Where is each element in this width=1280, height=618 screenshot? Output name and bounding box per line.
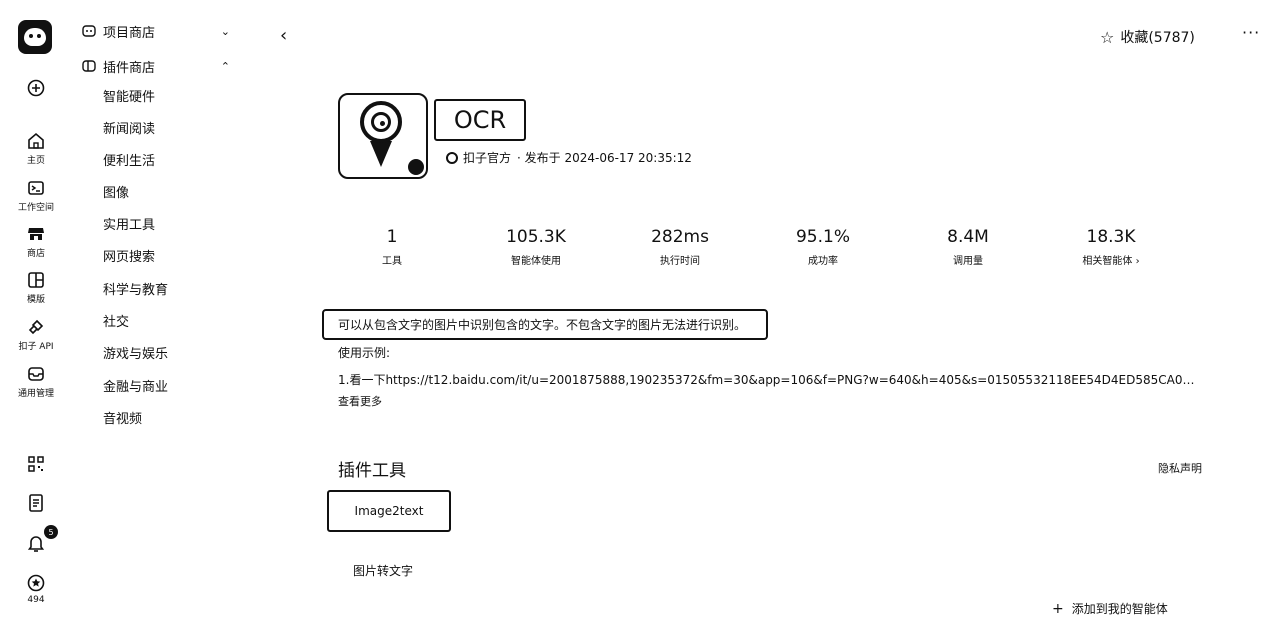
notifications-button[interactable]: 5	[0, 525, 72, 553]
tools-section-title: 插件工具	[338, 461, 406, 481]
bell-icon	[27, 536, 45, 552]
stat-value: 95.1%	[795, 227, 850, 247]
example-text: 1.看一下https://t12.baidu.com/it/u=20018758…	[338, 373, 1202, 387]
admin-icon	[28, 367, 44, 381]
nav-api[interactable]: 扣子 API	[0, 317, 72, 352]
document-icon	[29, 494, 43, 512]
plugin-description: 可以从包含文字的图片中识别包含的文字。不包含文字的图片无法进行识别。	[322, 309, 768, 340]
project-store-toggle[interactable]: 项目商店 ⌄	[82, 20, 240, 42]
add-to-agent-label: 添加到我的智能体	[1071, 602, 1168, 616]
nav-api-label: 扣子 API	[18, 342, 54, 352]
stat-label: 智能体使用	[511, 256, 561, 267]
publish-date: · 发布于 2024-06-17 20:35:12	[517, 151, 692, 165]
stat-tools: 1 工具	[322, 226, 462, 267]
stat-label: 调用量	[953, 256, 983, 267]
store-category-sidebar: 项目商店 ⌄ 插件商店 ⌃ 智能硬件 新闻阅读 便利生活 图像 实用工具 网页搜…	[72, 0, 250, 618]
stat-label: 工具	[382, 256, 402, 267]
plugin-store-toggle[interactable]: 插件商店 ⌃	[82, 55, 240, 77]
category-item[interactable]: 金融与商业	[103, 378, 168, 398]
nav-home[interactable]: 主页	[0, 131, 72, 166]
nav-admin-label: 通用管理	[17, 389, 54, 399]
workspace-icon	[28, 181, 44, 195]
stat-value: 1	[386, 227, 398, 247]
nav-templates-label: 模版	[26, 295, 45, 305]
more-options-button[interactable]: ···	[1242, 23, 1260, 42]
create-button[interactable]	[0, 78, 72, 98]
project-store-label: 项目商店	[103, 25, 156, 41]
grid-icon	[28, 456, 44, 472]
stat-value: 8.4M	[947, 227, 989, 247]
plugin-title: OCR	[434, 99, 526, 141]
points-value: 494	[27, 595, 45, 605]
create-plus-icon	[27, 79, 45, 97]
project-store-icon	[82, 25, 96, 37]
plugin-meta: 扣子官方 · 发布于 2024-06-17 20:35:12	[446, 149, 692, 166]
example-label: 使用示例:	[338, 346, 391, 360]
stat-label: 相关智能体 ›	[1082, 256, 1140, 267]
home-icon	[28, 132, 44, 149]
stat-value: 105.3K	[506, 227, 566, 247]
favorite-button[interactable]: ☆ 收藏(5787)	[1100, 27, 1195, 47]
apps-button[interactable]	[0, 454, 72, 474]
favorite-count: 收藏(5787)	[1120, 30, 1195, 46]
chevron-down-icon: ⌄	[220, 24, 230, 38]
category-item[interactable]: 便利生活	[103, 152, 155, 172]
plus-icon: +	[1052, 600, 1064, 617]
nav-workspace[interactable]: 工作空间	[0, 178, 72, 213]
chevron-left-icon: ‹	[280, 25, 288, 46]
points-button[interactable]: 494	[0, 573, 72, 605]
stat-exec-time: 282ms 执行时间	[610, 226, 750, 267]
publisher-icon	[446, 151, 458, 164]
icon-rail: 主页 工作空间 商店 模版 扣子 API 通用管理 5 494	[0, 0, 72, 618]
privacy-link[interactable]: 隐私声明	[1158, 460, 1202, 476]
template-icon	[28, 272, 44, 288]
category-item[interactable]: 图像	[103, 184, 129, 204]
plugin-store-icon	[82, 60, 96, 72]
stat-related-agents[interactable]: 18.3K 相关智能体 ›	[1041, 226, 1181, 267]
back-button[interactable]: ‹	[280, 25, 296, 47]
official-badge-icon	[406, 157, 426, 177]
stat-label: 执行时间	[660, 256, 700, 267]
see-more-link[interactable]: 查看更多	[338, 393, 382, 409]
plugin-store-label: 插件商店	[103, 60, 156, 76]
coze-logo[interactable]	[18, 20, 52, 54]
add-to-agent-button[interactable]: + 添加到我的智能体	[1052, 600, 1168, 617]
plugin-avatar	[338, 93, 428, 179]
category-item[interactable]: 音视频	[103, 410, 142, 430]
nav-store[interactable]: 商店	[0, 224, 72, 259]
docs-button[interactable]	[0, 493, 72, 513]
stat-agent-usage: 105.3K 智能体使用	[466, 226, 606, 267]
store-icon	[28, 228, 44, 240]
category-item[interactable]: 智能硬件	[103, 88, 155, 108]
nav-store-label: 商店	[26, 249, 45, 259]
nav-admin[interactable]: 通用管理	[0, 364, 72, 399]
category-item[interactable]: 科学与教育	[103, 281, 168, 301]
star-coin-icon	[27, 574, 45, 592]
stat-value: 282ms	[651, 227, 709, 247]
logo-face-icon	[24, 28, 46, 46]
map-pin-dot	[380, 121, 385, 126]
map-pin-icon	[360, 101, 402, 143]
tool-tab-image2text[interactable]: Image2text	[327, 490, 451, 532]
stat-success-rate: 95.1% 成功率	[753, 226, 893, 267]
stat-call-volume: 8.4M 调用量	[898, 226, 1038, 267]
nav-home-label: 主页	[26, 156, 45, 166]
category-item[interactable]: 网页搜索	[103, 248, 155, 268]
category-item[interactable]: 实用工具	[103, 216, 155, 236]
stat-label: 成功率	[808, 256, 838, 267]
category-item[interactable]: 新闻阅读	[103, 120, 155, 140]
map-pin-tail	[370, 141, 392, 167]
star-outline-icon: ☆	[1100, 27, 1115, 47]
chevron-up-icon: ⌃	[220, 59, 230, 73]
nav-workspace-label: 工作空间	[17, 203, 54, 213]
tool-description: 图片转文字	[353, 564, 414, 578]
api-icon	[28, 319, 44, 335]
publisher-name[interactable]: 扣子官方	[463, 149, 511, 166]
notification-badge: 5	[44, 525, 58, 539]
stat-value: 18.3K	[1086, 227, 1136, 247]
category-item[interactable]: 社交	[103, 313, 129, 333]
map-pin-ring	[371, 112, 391, 132]
nav-templates[interactable]: 模版	[0, 270, 72, 305]
category-item[interactable]: 游戏与娱乐	[103, 345, 168, 365]
